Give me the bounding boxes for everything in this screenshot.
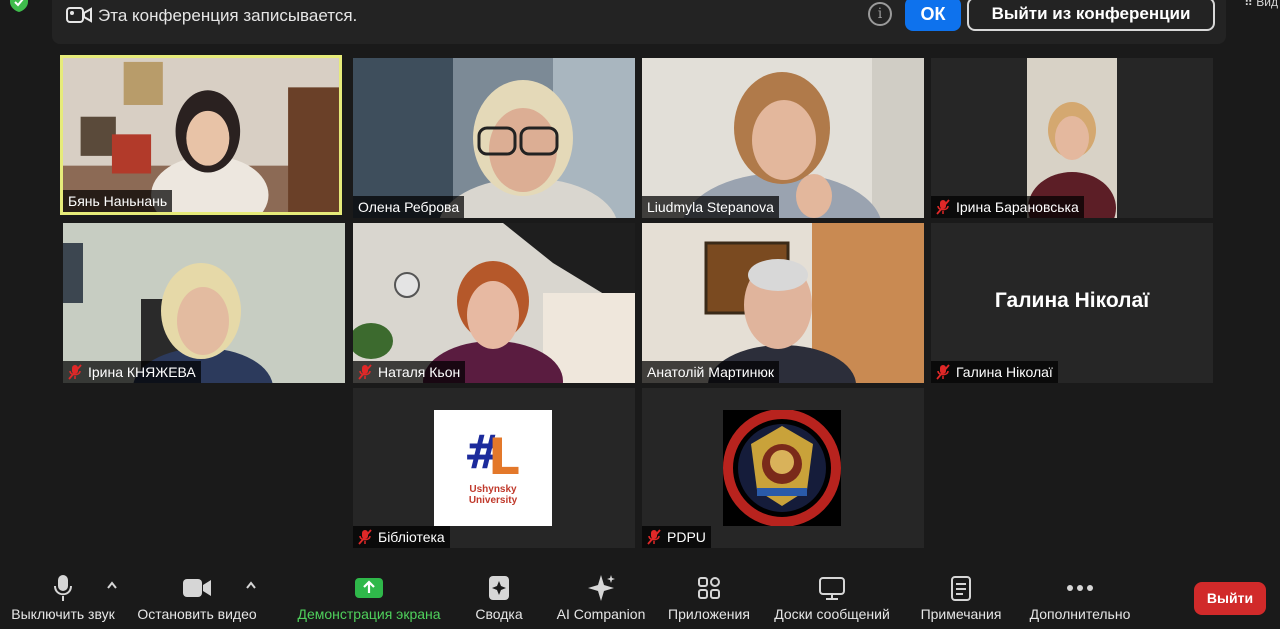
participant-name: Наталя Кьон [378, 364, 461, 380]
whiteboards-button[interactable]: Доски сообщений [768, 570, 896, 628]
participant-name: Олена Реброва [358, 199, 460, 215]
share-screen-label: Демонстрация экрана [297, 606, 441, 622]
participant-name: Анатолій Мартинюк [647, 364, 774, 380]
video-tile[interactable]: Бянь Наньнань [60, 55, 342, 215]
ushynsky-university-logo: # L Ushynsky University [434, 410, 552, 526]
share-screen-icon [355, 578, 383, 598]
participant-video [931, 58, 1213, 218]
audio-options-chevron-up-icon[interactable] [105, 580, 119, 590]
recording-camera-icon [66, 7, 92, 23]
video-camera-icon [183, 579, 211, 597]
video-tile-no-video[interactable]: Галина Ніколаї Галина Ніколаї [931, 223, 1213, 383]
participant-name-tag: Наталя Кьон [353, 361, 466, 383]
leave-conference-button[interactable]: Выйти из конференции [967, 0, 1215, 31]
video-options-chevron-up-icon[interactable] [244, 580, 258, 590]
notes-icon [951, 576, 971, 601]
leave-button[interactable]: Выйти [1194, 582, 1266, 615]
participant-name-tag: Liudmyla Stepanova [642, 196, 779, 218]
notes-button[interactable]: Примечания [914, 570, 1008, 628]
whiteboards-label: Доски сообщений [774, 606, 890, 622]
video-tile[interactable]: Олена Реброва [353, 58, 635, 218]
participant-name: Бянь Наньнань [68, 193, 168, 209]
ok-button[interactable]: ОК [905, 0, 961, 31]
summary-button[interactable]: Сводка [466, 570, 532, 628]
recording-notice: Эта конференция записывается. [98, 6, 358, 25]
participant-name-tag: Бянь Наньнань [63, 190, 173, 212]
participant-video [642, 58, 924, 218]
participant-name: Бібліотека [378, 529, 445, 545]
more-dots-icon [1067, 585, 1093, 591]
info-icon[interactable]: i [868, 2, 892, 26]
microphone-muted-icon [936, 364, 950, 380]
ai-companion-label: AI Companion [556, 606, 646, 622]
whiteboard-icon [819, 577, 845, 600]
participant-name: Галина Ніколаї [956, 364, 1053, 380]
video-tile[interactable]: Ірина КНЯЖЕВА [63, 223, 345, 383]
participant-video [353, 223, 635, 383]
participant-name-tag: Ірина КНЯЖЕВА [63, 361, 201, 383]
view-menu[interactable]: ⠿ Вид [1244, 0, 1278, 9]
summary-document-icon [489, 576, 509, 600]
mute-label: Выключить звук [11, 606, 115, 622]
mute-button[interactable]: Выключить звук [4, 570, 122, 628]
video-tile[interactable]: Наталя Кьон [353, 223, 635, 383]
apps-label: Приложения [668, 606, 750, 622]
video-tile[interactable]: # L Ushynsky University Бібліотека [353, 388, 635, 548]
microphone-muted-icon [358, 529, 372, 545]
participant-name-tag: Бібліотека [353, 526, 450, 548]
university-seal-emblem [723, 410, 841, 526]
participant-name-tag: Анатолій Мартинюк [642, 361, 779, 383]
participant-video [63, 223, 345, 383]
video-tile[interactable]: Анатолій Мартинюк [642, 223, 924, 383]
share-screen-button[interactable]: Демонстрация экрана [292, 570, 446, 628]
participant-video [642, 223, 924, 383]
svg-text:L: L [488, 428, 520, 486]
logo-line-2: University [469, 495, 518, 506]
microphone-muted-icon [936, 199, 950, 215]
participant-name-tag: Галина Ніколаї [931, 361, 1058, 383]
more-button[interactable]: Дополнительно [1024, 570, 1136, 628]
video-tile[interactable]: PDPU [642, 388, 924, 548]
more-label: Дополнительно [1029, 606, 1131, 622]
apps-icon [698, 577, 720, 599]
logo-line-1: Ushynsky [469, 484, 517, 495]
stop-video-label: Остановить видео [137, 606, 257, 622]
microphone-icon [54, 575, 72, 601]
microphone-muted-icon [68, 364, 82, 380]
microphone-muted-icon [358, 364, 372, 380]
notes-label: Примечания [920, 606, 1002, 622]
recording-banner: Эта конференция записывается. i ОК Выйти… [52, 0, 1226, 44]
video-tile[interactable]: Liudmyla Stepanova [642, 58, 924, 218]
participant-name: Ірина Барановська [956, 199, 1079, 215]
participant-video [353, 58, 635, 218]
participant-name: Ірина КНЯЖЕВА [88, 364, 196, 380]
participant-display-name: Галина Ніколаї [994, 289, 1150, 312]
participant-name-tag: PDPU [642, 526, 711, 548]
summary-label: Сводка [475, 606, 523, 622]
ai-sparkle-icon [588, 575, 615, 601]
apps-button[interactable]: Приложения [662, 570, 756, 628]
security-shield-icon[interactable] [8, 0, 30, 12]
participant-name: PDPU [667, 529, 706, 545]
stop-video-button[interactable]: Остановить видео [132, 570, 262, 628]
microphone-muted-icon [647, 529, 661, 545]
participant-name-tag: Ірина Барановська [931, 196, 1084, 218]
view-label: Вид [1256, 0, 1278, 9]
ai-companion-button[interactable]: AI Companion [552, 570, 650, 628]
participant-name: Liudmyla Stepanova [647, 199, 774, 215]
video-tile[interactable]: Ірина Барановська [931, 58, 1213, 218]
participant-name-tag: Олена Реброва [353, 196, 465, 218]
